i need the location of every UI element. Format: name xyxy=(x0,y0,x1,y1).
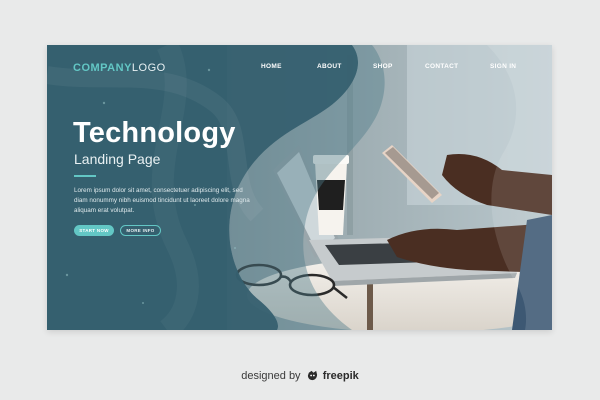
nav-shop-link[interactable]: SHOP xyxy=(373,63,393,70)
landing-page-card: COMPANYLOGO HOME ABOUT SHOP CONTACT SIGN… xyxy=(47,45,552,330)
top-navigation: COMPANYLOGO HOME ABOUT SHOP CONTACT SIGN… xyxy=(47,62,552,77)
designer-credit: designed by freepik xyxy=(0,370,600,382)
start-now-button[interactable]: START NOW xyxy=(74,225,114,236)
credit-prefix: designed by xyxy=(241,370,301,382)
nav-contact-link[interactable]: CONTACT xyxy=(425,63,458,70)
freepik-logo-icon xyxy=(307,370,317,381)
nav-sign-in-link[interactable]: SIGN IN xyxy=(490,63,516,70)
hero-title: Technology xyxy=(73,117,236,149)
title-divider xyxy=(74,175,96,177)
hero-subtitle: Landing Page xyxy=(74,151,161,167)
credit-brand[interactable]: freepik xyxy=(323,370,359,382)
nav-home-link[interactable]: HOME xyxy=(261,63,282,70)
more-info-button[interactable]: MORE INFO xyxy=(120,225,161,236)
nav-about-link[interactable]: ABOUT xyxy=(317,63,342,70)
logo-rest-text: LOGO xyxy=(131,62,166,74)
logo-bold-text: COMPANY xyxy=(73,62,132,74)
company-logo[interactable]: COMPANYLOGO xyxy=(73,62,166,74)
hero-description: Lorem ipsum dolor sit amet, consectetuer… xyxy=(74,187,250,214)
